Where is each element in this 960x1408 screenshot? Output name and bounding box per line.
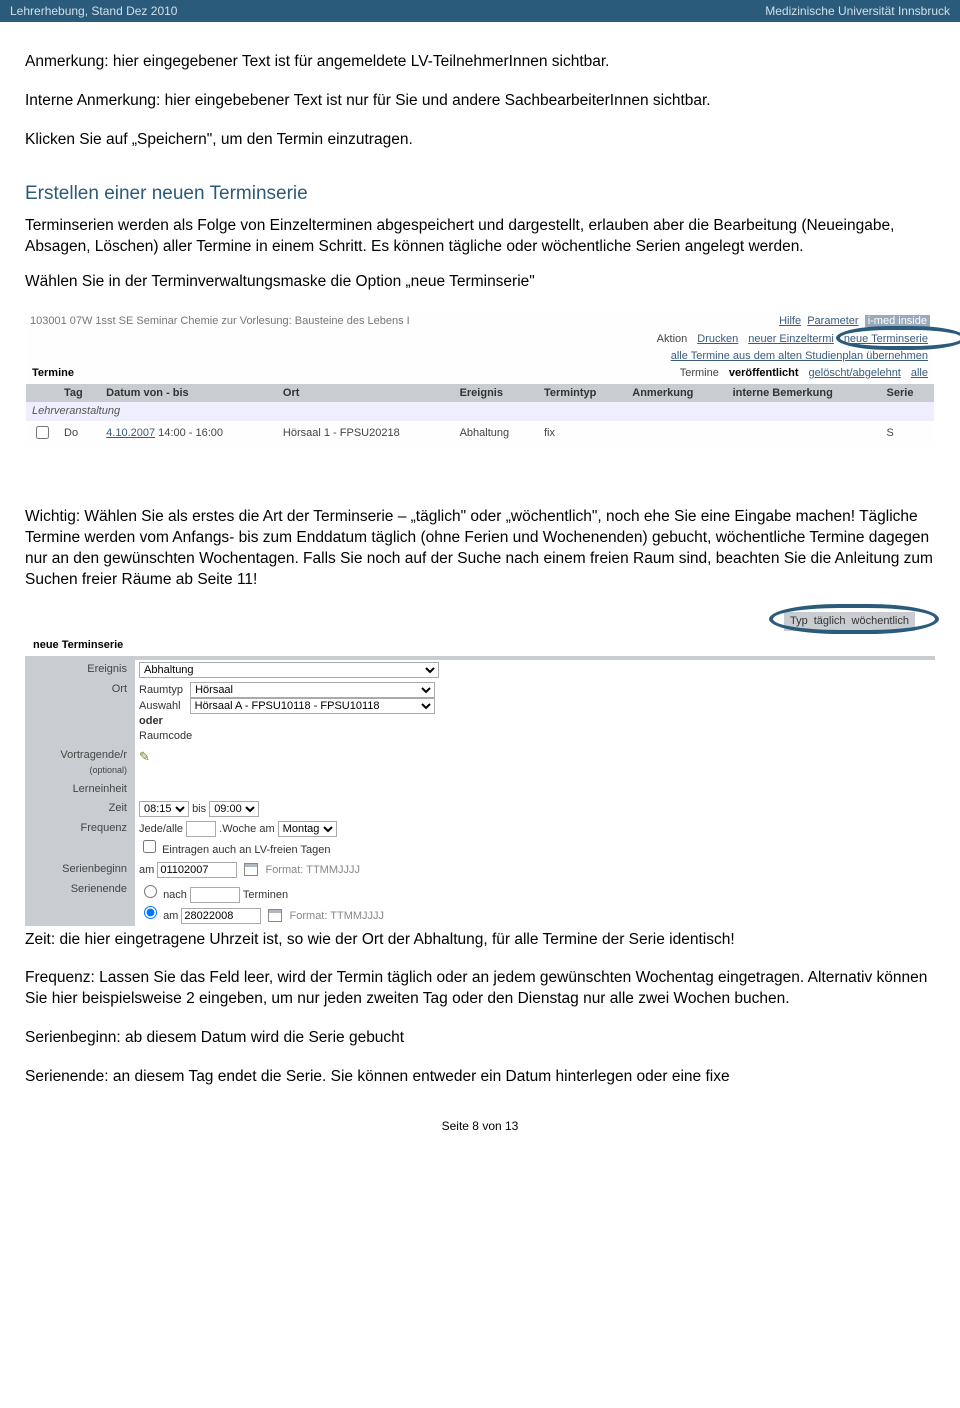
label-typ: Typ xyxy=(790,614,808,629)
label-oder: oder xyxy=(139,715,163,727)
label-termine: Termine xyxy=(680,366,719,381)
input-serienende[interactable] xyxy=(181,908,261,924)
course-title: 103001 07W 1sst SE Seminar Chemie zur Vo… xyxy=(30,314,410,329)
label-lv-frei: Eintragen auch an LV-freien Tagen xyxy=(162,844,330,856)
label-am-1: am xyxy=(139,864,154,876)
label-format-2: Format: TTMMJJJJ xyxy=(290,910,385,922)
label-nach: nach xyxy=(163,889,187,901)
tab-geloescht[interactable]: gelöscht/abgelehnt xyxy=(809,366,901,381)
label-bis: bis xyxy=(192,803,206,815)
page-header: Lehrerhebung, Stand Dez 2010 Medizinisch… xyxy=(0,0,960,22)
label-ereignis: Ereignis xyxy=(25,660,135,680)
paragraph-anmerkung: Anmerkung: hier eingegebener Text ist fü… xyxy=(25,52,935,73)
page-footer: Seite 8 von 13 xyxy=(25,1118,935,1144)
label-am-2: am xyxy=(163,910,178,922)
tab-alle[interactable]: alle xyxy=(911,366,928,381)
select-wochentag[interactable]: Montag xyxy=(278,821,337,837)
th-anmerkung: Anmerkung xyxy=(626,384,726,403)
form-table: Ereignis Abhaltung Ort Raumtyp Hörsaal A… xyxy=(25,660,685,925)
termine-table: Tag Datum von - bis Ort Ereignis Termint… xyxy=(26,384,934,447)
label-ort: Ort xyxy=(25,680,135,746)
label-zeit: Zeit xyxy=(25,799,135,819)
th-intern: interne Bemerkung xyxy=(727,384,881,403)
th-serie: Serie xyxy=(881,384,934,403)
calendar-icon[interactable] xyxy=(268,909,282,922)
paragraph-serienbeginn: Serienbeginn: ab diesem Datum wird die S… xyxy=(25,1028,935,1049)
section-instruction: Wählen Sie in der Terminverwaltungsmaske… xyxy=(25,272,935,293)
section-desc: Terminserien werden als Folge von Einzel… xyxy=(25,216,935,258)
label-vortragende: Vortragende/r(optional) xyxy=(25,746,135,780)
table-row: Do 4.10.2007 14:00 - 16:00 Hörsaal 1 - F… xyxy=(26,421,934,446)
label-serienende: Serienende xyxy=(25,880,135,926)
label-jede: Jede/alle xyxy=(139,823,183,835)
cell-ereignis: Abhaltung xyxy=(454,421,538,446)
paragraph-interne-anmerkung: Interne Anmerkung: hier eingebebener Tex… xyxy=(25,91,935,112)
label-woche-am: .Woche am xyxy=(219,823,274,835)
select-ereignis[interactable]: Abhaltung xyxy=(139,662,439,678)
select-zeit-von[interactable]: 08:15 xyxy=(139,801,189,817)
select-zeit-bis[interactable]: 09:00 xyxy=(209,801,259,817)
label-raumtyp: Raumtyp xyxy=(139,684,183,696)
label-lerneinheit: Lerneinheit xyxy=(25,780,135,799)
calendar-icon[interactable] xyxy=(244,863,258,876)
select-raumtyp[interactable]: Hörsaal xyxy=(190,682,435,698)
link-imed[interactable]: i-med inside xyxy=(865,315,930,327)
header-right: Medizinische Universität Innsbruck xyxy=(765,4,950,18)
label-frequenz: Frequenz xyxy=(25,819,135,860)
link-alle-termine-uebernehmen[interactable]: alle Termine aus dem alten Studienplan ü… xyxy=(671,349,928,364)
screenshot-termine: 103001 07W 1sst SE Seminar Chemie zur Vo… xyxy=(25,311,935,447)
th-datum: Datum von - bis xyxy=(100,384,277,403)
link-neue-terminserie[interactable]: neue Terminserie xyxy=(844,333,928,345)
label-aktion: Aktion xyxy=(657,332,688,347)
paragraph-zeit: Zeit: die hier eingetragene Uhrzeit ist,… xyxy=(25,930,935,951)
form-title: neue Terminserie xyxy=(25,634,935,657)
input-frequenz[interactable] xyxy=(186,821,216,837)
th-ereignis: Ereignis xyxy=(454,384,538,403)
input-anzahl-termine[interactable] xyxy=(190,887,240,903)
paragraph-serienende: Serienende: an diesem Tag endet die Seri… xyxy=(25,1067,935,1088)
label-serienbeginn: Serienbeginn xyxy=(25,860,135,880)
paragraph-frequenz: Frequenz: Lassen Sie das Feld leer, wird… xyxy=(25,968,935,1010)
label-format-1: Format: TTMMJJJJ xyxy=(265,864,360,876)
input-serienbeginn[interactable] xyxy=(157,862,237,878)
cell-datum[interactable]: 4.10.2007 xyxy=(106,427,155,439)
cell-serie: S xyxy=(881,421,934,446)
cell-ort: Hörsaal 1 - FPSU20218 xyxy=(277,421,454,446)
termine-title: Termine xyxy=(32,366,74,381)
link-hilfe[interactable]: Hilfe xyxy=(779,315,801,327)
link-parameter[interactable]: Parameter xyxy=(807,315,858,327)
cell-termintyp: fix xyxy=(538,421,626,446)
th-termintyp: Termintyp xyxy=(538,384,626,403)
label-raumcode: Raumcode xyxy=(139,730,192,742)
row-group-lv: Lehrveranstaltung xyxy=(26,402,934,421)
cell-zeit: 14:00 - 16:00 xyxy=(158,427,223,439)
header-left: Lehrerhebung, Stand Dez 2010 xyxy=(10,4,177,18)
select-auswahl[interactable]: Hörsaal A - FPSU10118 - FPSU10118 xyxy=(190,698,435,714)
th-ort: Ort xyxy=(277,384,454,403)
paragraph-wichtig: Wichtig: Wählen Sie als erstes die Art d… xyxy=(25,507,935,591)
link-taeglich[interactable]: täglich xyxy=(814,614,846,629)
section-heading: Erstellen einer neuen Terminserie xyxy=(25,181,935,207)
label-woechentlich: wöchentlich xyxy=(852,614,909,629)
checkbox-lv-frei[interactable] xyxy=(143,840,156,853)
paragraph-speichern: Klicken Sie auf „Speichern", um den Term… xyxy=(25,130,935,151)
link-neuer-einzeltermin[interactable]: neuer Einzeltermi xyxy=(748,332,834,347)
screenshot-neue-terminserie: Typ täglich wöchentlich neue Terminserie… xyxy=(25,609,935,926)
radio-am[interactable] xyxy=(144,906,157,919)
th-tag: Tag xyxy=(58,384,100,403)
label-terminen: Terminen xyxy=(243,889,288,901)
edit-icon[interactable]: ✎ xyxy=(139,749,150,764)
label-auswahl: Auswahl xyxy=(139,700,181,712)
link-drucken[interactable]: Drucken xyxy=(697,332,738,347)
tab-veroeffentlicht[interactable]: veröffentlicht xyxy=(729,366,799,381)
cell-tag: Do xyxy=(58,421,100,446)
row-checkbox[interactable] xyxy=(36,426,49,439)
radio-nach[interactable] xyxy=(144,885,157,898)
